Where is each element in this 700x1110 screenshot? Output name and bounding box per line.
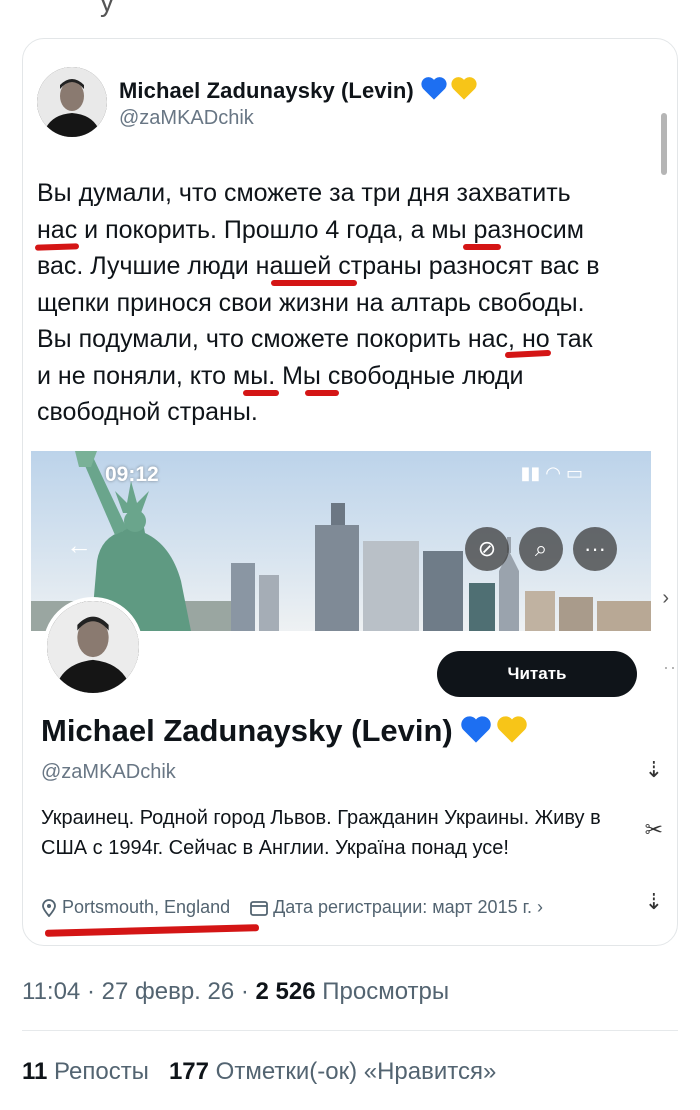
profile-avatar[interactable]: [43, 597, 143, 697]
tweet-text: Вы думали, что сможете за три дня захват…: [37, 179, 600, 426]
slash-circle-icon[interactable]: ⊘: [465, 527, 509, 571]
embedded-screenshot[interactable]: 09:12 ▮▮ ◠ ▭ ← ⊘ ⌕ ··· Читать ·· Michael…: [31, 451, 676, 945]
tweet-timestamp-views: 11:04 · 27 февр. 26 · 2 526 Просмотры: [22, 978, 450, 1005]
author-handle[interactable]: @zaMKADchik: [119, 107, 254, 130]
likes-stat[interactable]: 177 Отметки(-ок) «Нравится»: [169, 1058, 496, 1085]
yellow-heart-icon: [451, 77, 477, 100]
more-dots-icon[interactable]: ··: [663, 657, 677, 678]
yellow-heart-icon: [497, 716, 527, 743]
joined-item[interactable]: Дата регистрации: март 2015 г. ›: [250, 897, 543, 918]
share-icon[interactable]: ⇣: [645, 757, 663, 783]
chevron-right-icon[interactable]: ›: [662, 587, 669, 610]
views-count: 2 526: [255, 978, 316, 1005]
profile-name: Michael Zadunaysky (Levin): [41, 713, 531, 752]
status-bar-time: 09:12: [105, 463, 159, 486]
calendar-icon: [250, 900, 269, 916]
tweet-stats: 11 Репосты 177 Отметки(-ок) «Нравится»: [22, 1058, 496, 1086]
author-avatar[interactable]: [37, 67, 107, 137]
highlight-underline: [243, 390, 279, 396]
scissors-icon[interactable]: ✂: [645, 817, 663, 843]
author-name[interactable]: Michael Zadunaysky (Levin): [119, 75, 480, 107]
profile-banner: 09:12 ▮▮ ◠ ▭ ← ⊘ ⌕ ···: [31, 451, 651, 631]
location-underline: [44, 924, 260, 937]
more-icon[interactable]: ···: [573, 527, 617, 571]
previous-post-remnant: у: [100, 0, 114, 17]
location-icon: [42, 898, 56, 917]
highlight-underline: [305, 390, 339, 396]
status-bar-icons: ▮▮ ◠ ▭: [520, 463, 583, 483]
location-item[interactable]: Portsmouth, England: [41, 897, 230, 918]
tweet-card: Michael Zadunaysky (Levin) @zaMKADchik В…: [22, 38, 678, 946]
highlight-underline: [271, 280, 357, 286]
profile-bio: Украинец. Родной город Львов. Гражданин …: [41, 807, 601, 859]
divider: [22, 1030, 678, 1031]
hearts: [420, 75, 480, 107]
highlight-underline: [463, 244, 501, 250]
follow-button[interactable]: Читать: [437, 651, 637, 697]
blue-heart-icon: [421, 77, 447, 100]
scrollbar[interactable]: [661, 113, 667, 175]
profile-meta: Portsmouth, England Дата регистрации: ма…: [41, 897, 543, 918]
reposts-stat[interactable]: 11 Репосты: [22, 1058, 149, 1085]
blue-heart-icon: [461, 716, 491, 743]
share-icon[interactable]: ⇣: [645, 889, 663, 915]
search-icon[interactable]: ⌕: [519, 527, 563, 571]
back-arrow-icon[interactable]: ←: [57, 523, 101, 567]
profile-handle: @zaMKADchik: [41, 761, 176, 783]
